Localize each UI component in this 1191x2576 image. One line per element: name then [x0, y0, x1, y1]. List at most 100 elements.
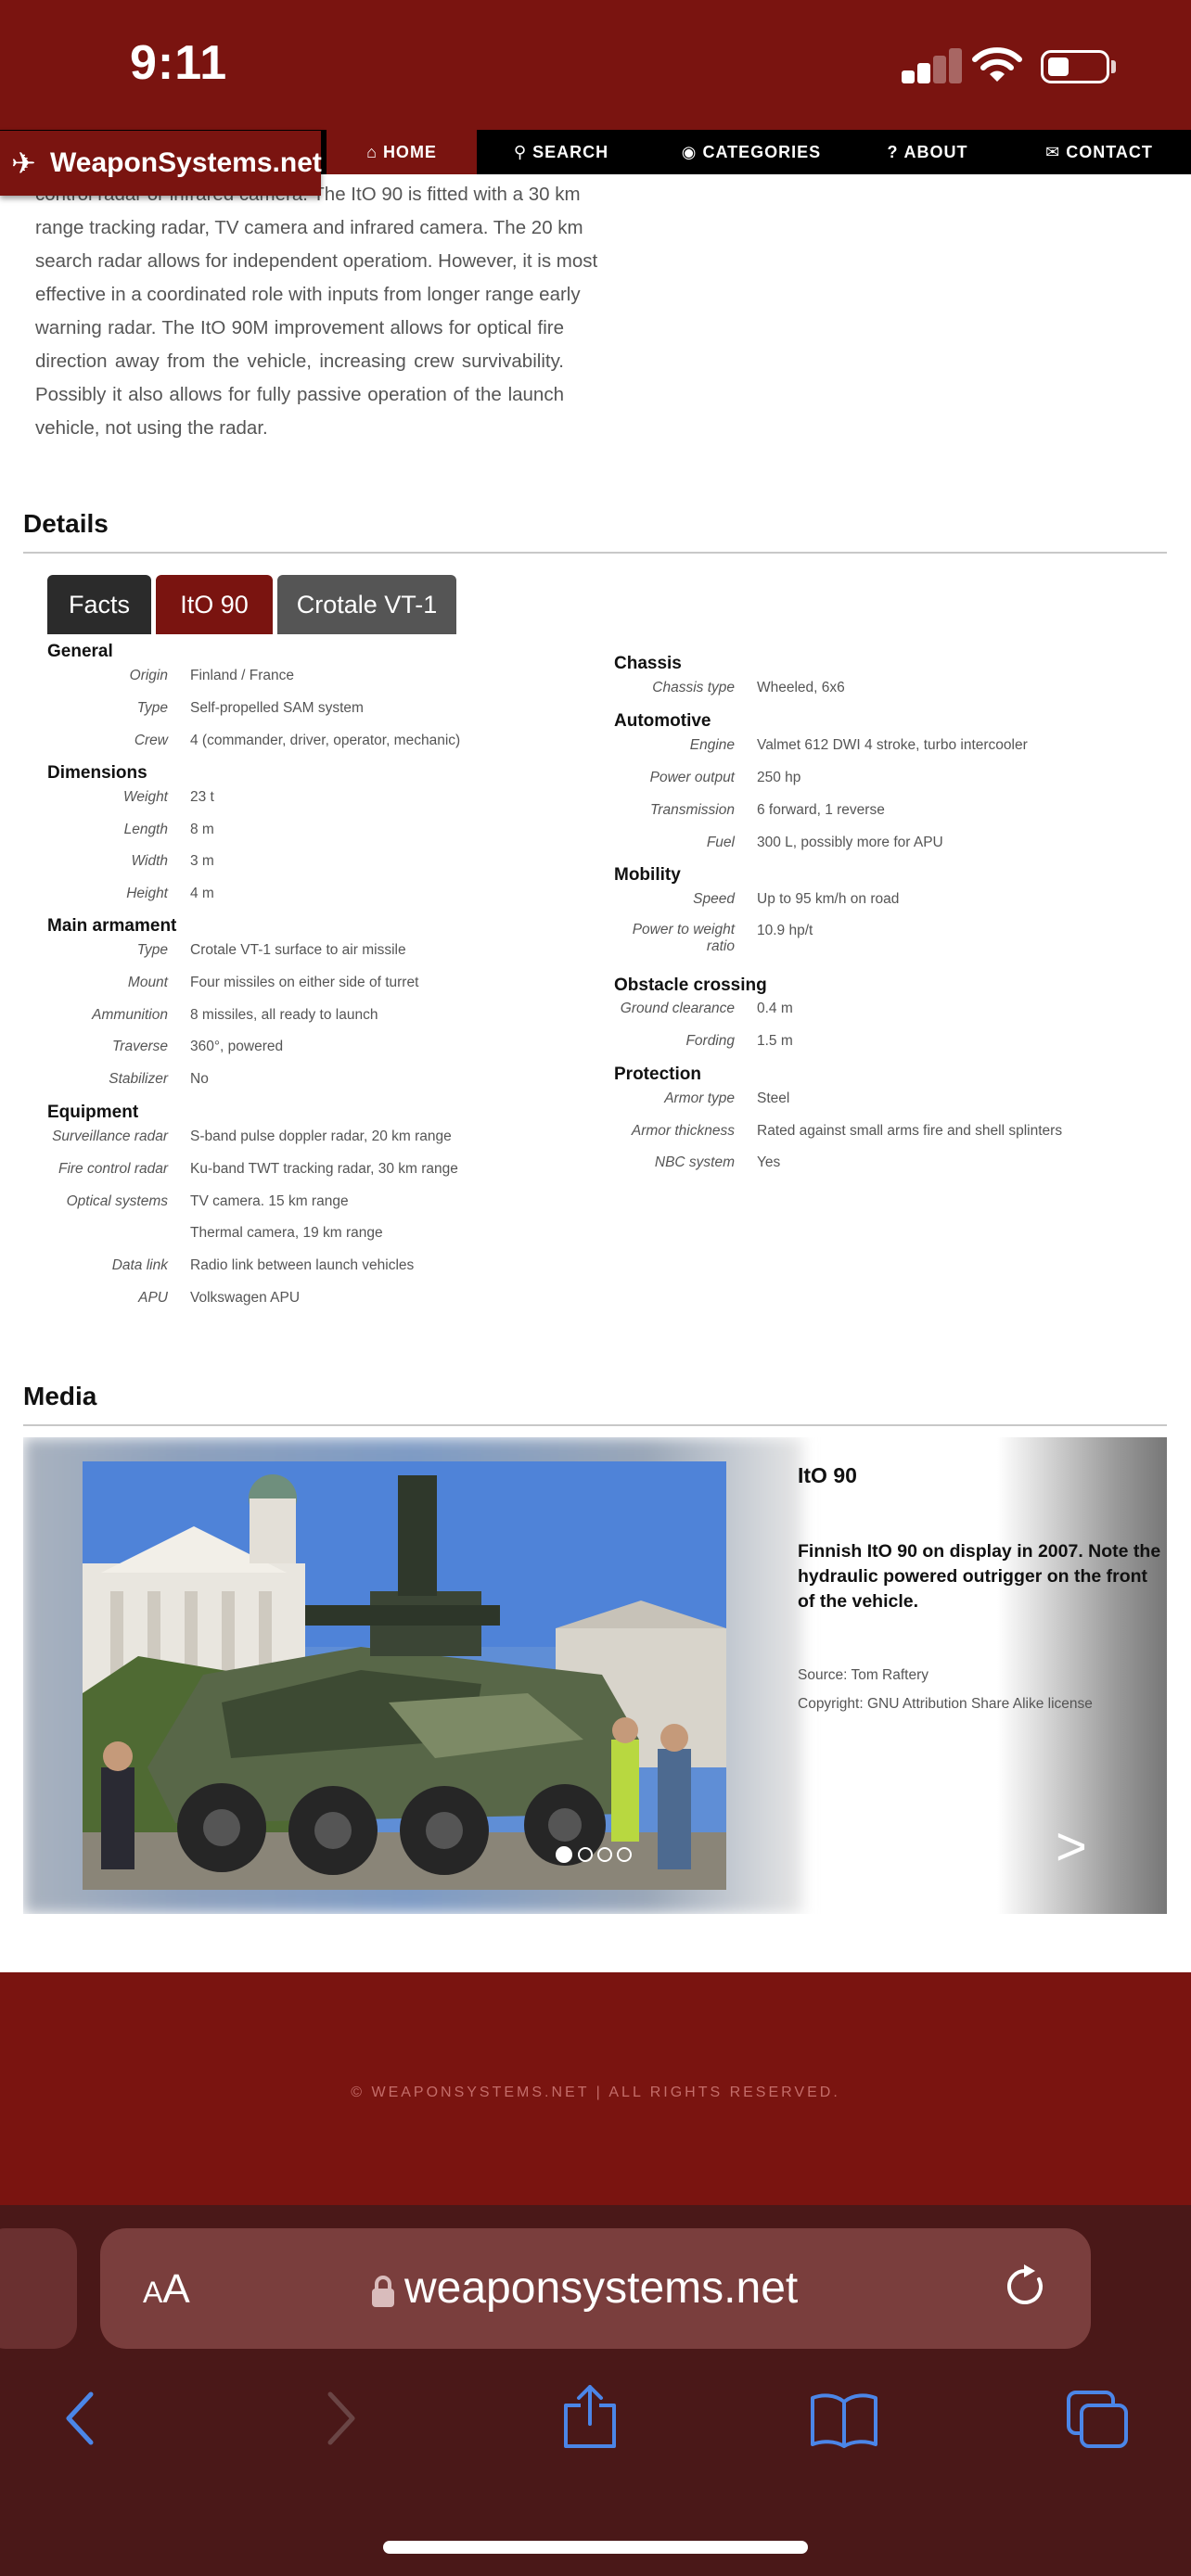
aa-small: A: [143, 2276, 163, 2309]
spec-value: 4 m: [190, 886, 214, 901]
group-chassis: Chassis: [614, 654, 682, 673]
bookmarks-icon[interactable]: [809, 2392, 879, 2448]
spec-label: Power to weight ratio: [632, 922, 735, 954]
group-main-armament: Main armament: [47, 916, 177, 936]
carousel-dots: [556, 1846, 632, 1863]
spec-value: 8 missiles, all ready to launch: [190, 1007, 378, 1023]
tabs-icon[interactable]: [1065, 2389, 1130, 2450]
spec-label: Surveillance radar: [52, 1129, 168, 1144]
envelope-icon: ✉: [1045, 143, 1061, 161]
media-caption-line: hydraulic powered outrigger on the front: [798, 1566, 1148, 1587]
spec-label: Fuel: [706, 835, 735, 850]
status-time: 9:11: [130, 36, 228, 90]
spec-label: Type: [136, 942, 168, 958]
spec-label: Type: [136, 700, 168, 716]
tab-crotale-vt-1[interactable]: Crotale VT-1: [277, 575, 456, 634]
airplane-icon: ✈: [11, 147, 36, 180]
spec-value: No: [190, 1071, 209, 1087]
spec-label: Speed: [693, 891, 735, 907]
question-icon: ?: [887, 143, 899, 161]
spec-label: Origin: [129, 668, 168, 683]
home-indicator: [383, 2541, 808, 2554]
spec-label: Data link: [111, 1257, 168, 1273]
nav-contact[interactable]: ✉ CONTACT: [1034, 130, 1164, 174]
spec-value: 360°, powered: [190, 1039, 284, 1054]
spec-label: Armor type: [664, 1090, 735, 1106]
spec-label: Engine: [689, 737, 735, 753]
nav-home[interactable]: ⌂ HOME: [327, 130, 477, 174]
intro-line: range tracking radar, TV camera and infr…: [35, 217, 583, 238]
spec-label: Crew: [134, 733, 168, 748]
media-source: Source: Tom Raftery: [798, 1667, 928, 1683]
forward-icon[interactable]: [323, 2391, 360, 2446]
spec-label: Length: [123, 822, 168, 837]
ito-90-photo-illustration: [83, 1461, 726, 1890]
details-title: Details: [23, 509, 109, 538]
spec-value: 4 (commander, driver, operator, mechanic…: [190, 733, 461, 748]
footer-copyright: © WEAPONSYSTEMS.NET | ALL RIGHTS RESERVE…: [351, 2085, 840, 2100]
spec-value: Four missiles on either side of turret: [190, 975, 419, 990]
back-icon[interactable]: [61, 2391, 98, 2446]
group-protection: Protection: [614, 1065, 701, 1084]
group-dimensions: Dimensions: [47, 763, 147, 783]
spec-value: Volkswagen APU: [190, 1290, 301, 1306]
spec-label: Power output: [649, 770, 735, 785]
globe-icon: ◉: [681, 143, 698, 161]
spec-value: 0.4 m: [757, 1001, 793, 1016]
nav-about-label: ABOUT: [903, 143, 968, 161]
signal-icon: [902, 48, 962, 83]
spec-value: Radio link between launch vehicles: [190, 1257, 415, 1273]
details-divider: [23, 552, 1167, 554]
spec-label: Optical systems: [66, 1193, 168, 1209]
spec-label: Stabilizer: [109, 1071, 168, 1087]
spec-value: Rated against small arms fire and shell …: [757, 1123, 1063, 1139]
spec-value: 3 m: [190, 853, 214, 869]
lock-icon: [372, 2276, 394, 2307]
spec-label: Fire control radar: [58, 1161, 168, 1177]
group-equipment: Equipment: [47, 1103, 139, 1122]
spec-label: Fording: [685, 1033, 735, 1049]
carousel-dot-3: [597, 1847, 612, 1862]
reader-settings-button[interactable]: AA: [143, 2266, 190, 2313]
media-photo[interactable]: [83, 1461, 726, 1890]
carousel-next-button[interactable]: >: [1056, 1816, 1087, 1878]
wifi-icon: [972, 47, 1022, 82]
media-caption-line: of the vehicle.: [798, 1591, 919, 1612]
group-general: General: [47, 642, 113, 661]
site-logo[interactable]: ✈ WeaponSystems.net: [0, 131, 322, 196]
aa-big: A: [162, 2266, 190, 2312]
group-mobility: Mobility: [614, 865, 681, 885]
previous-tab-preview[interactable]: [0, 2228, 77, 2349]
spec-value: 300 L, possibly more for APU: [757, 835, 943, 850]
spec-value: 8 m: [190, 822, 214, 837]
spec-value: Yes: [757, 1154, 781, 1170]
spec-label: Traverse: [111, 1039, 168, 1054]
url-text[interactable]: weaponsystems.net: [404, 2263, 798, 2314]
tab-ito-90[interactable]: ItO 90: [156, 575, 273, 634]
reload-icon[interactable]: [1002, 2263, 1050, 2311]
spec-value: Thermal camera, 19 km range: [190, 1225, 383, 1241]
nav-search[interactable]: ⚲ SEARCH: [482, 130, 640, 174]
media-caption-line: Finnish ItO 90 on display in 2007. Note …: [798, 1541, 1161, 1562]
spec-value: Steel: [757, 1090, 790, 1106]
share-icon[interactable]: [560, 2383, 620, 2450]
carousel-dot-1: [556, 1846, 572, 1863]
nav-about[interactable]: ? ABOUT: [867, 130, 988, 174]
media-title: Media: [23, 1382, 97, 1410]
media-copyright: Copyright: GNU Attribution Share Alike l…: [798, 1696, 1093, 1712]
spec-label: Ammunition: [92, 1007, 168, 1023]
logo-text: WeaponSystems.net: [50, 147, 322, 178]
nav-home-label: HOME: [382, 143, 437, 161]
spec-label: NBC system: [654, 1154, 735, 1170]
intro-line: warning radar. The ItO 90M improvement a…: [35, 317, 564, 338]
spec-value: 1.5 m: [757, 1033, 793, 1049]
spec-label: Chassis type: [652, 680, 735, 695]
spec-label: Transmission: [649, 802, 735, 818]
spec-value: S-band pulse doppler radar, 20 km range: [190, 1129, 452, 1144]
search-icon: ⚲: [513, 143, 528, 161]
spec-label: Armor thickness: [631, 1123, 735, 1139]
spec-value: 6 forward, 1 reverse: [757, 802, 885, 818]
tab-facts[interactable]: Facts: [47, 575, 151, 634]
media-carousel[interactable]: [23, 1437, 1167, 1914]
nav-categories[interactable]: ◉ CATEGORIES: [668, 130, 835, 174]
